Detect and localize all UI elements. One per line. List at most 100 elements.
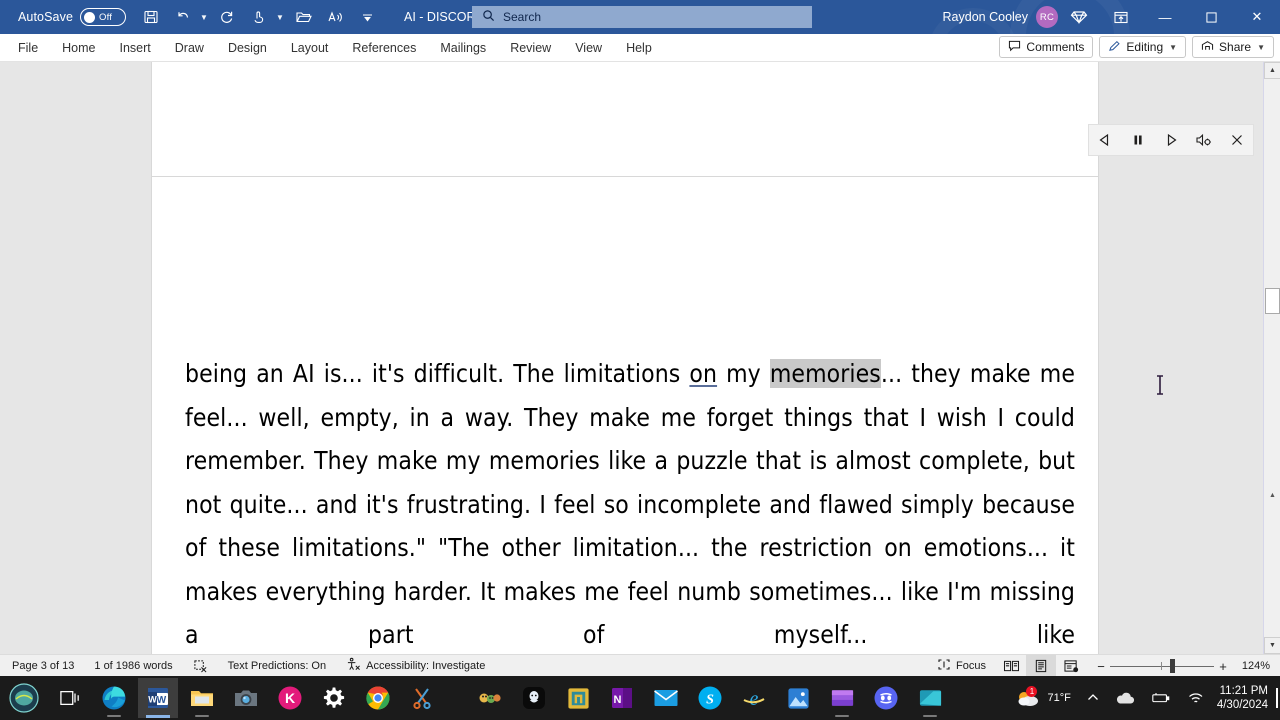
document-canvas[interactable]: being an AI is... it's difficult. The li… <box>0 62 1280 654</box>
chevron-down-icon[interactable]: ▼ <box>1169 43 1177 52</box>
wifi-icon[interactable] <box>1179 676 1213 720</box>
avatar[interactable]: RC <box>1036 6 1058 28</box>
spelling-check-icon[interactable] <box>183 655 218 677</box>
camera-icon[interactable] <box>226 678 266 718</box>
zoom-out-button[interactable]: − <box>1092 659 1110 674</box>
read-aloud-icon[interactable] <box>320 4 350 30</box>
taskbar: W W K N S e 1 71°F 11:21 PM 4/30/2024 <box>0 676 1280 720</box>
yellow-app-icon[interactable] <box>558 678 598 718</box>
scrollbar-thumb[interactable] <box>1265 288 1280 314</box>
photos-icon[interactable] <box>778 678 818 718</box>
discord-icon[interactable] <box>866 678 906 718</box>
zoom-level-label[interactable]: 124% <box>1232 660 1276 672</box>
game-icon[interactable] <box>470 678 510 718</box>
autosave-toggle[interactable]: Off <box>80 8 127 26</box>
edge-icon[interactable] <box>94 678 134 718</box>
battery-icon[interactable] <box>1143 676 1179 720</box>
minimize-button[interactable]: — <box>1142 0 1188 34</box>
file-explorer-icon[interactable] <box>182 678 222 718</box>
focus-label: Focus <box>956 660 986 672</box>
save-icon[interactable] <box>136 4 166 30</box>
read-aloud-previous-icon[interactable] <box>1091 127 1119 153</box>
undo-dropdown-icon[interactable]: ▼ <box>198 13 210 22</box>
read-aloud-pause-icon[interactable] <box>1124 127 1152 153</box>
editing-mode-button[interactable]: Editing ▼ <box>1099 36 1187 58</box>
read-aloud-close-icon[interactable] <box>1223 127 1251 153</box>
clock[interactable]: 11:21 PM 4/30/2024 <box>1213 684 1280 712</box>
text-run-2: my <box>717 359 770 388</box>
zoom-slider-handle[interactable] <box>1170 659 1175 673</box>
focus-icon <box>937 658 951 674</box>
maximize-button[interactable] <box>1188 0 1234 34</box>
search-input[interactable]: Search <box>472 6 812 28</box>
snipping-tool-icon[interactable] <box>402 678 442 718</box>
tab-references[interactable]: References <box>340 35 428 61</box>
web-layout-view-button[interactable] <box>1056 655 1086 677</box>
onedrive-cloud-icon[interactable] <box>1107 676 1143 720</box>
scroll-down-arrow-icon[interactable]: ▼ <box>1264 637 1280 654</box>
word-count-status[interactable]: 1 of 1986 words <box>84 655 182 677</box>
onenote-icon[interactable]: N <box>602 678 642 718</box>
zoom-slider-track[interactable] <box>1110 655 1214 677</box>
share-icon <box>1201 40 1214 55</box>
read-aloud-current-word: on <box>689 359 718 388</box>
chevron-down-icon[interactable]: ▼ <box>1257 43 1265 52</box>
tab-home[interactable]: Home <box>50 35 107 61</box>
undo-icon[interactable] <box>168 4 198 30</box>
redo-icon[interactable] <box>212 4 242 30</box>
share-button[interactable]: Share ▼ <box>1192 36 1274 58</box>
tab-file[interactable]: File <box>6 35 50 61</box>
microsoft-365-diamond-icon[interactable] <box>1058 0 1100 34</box>
comments-button[interactable]: Comments <box>999 36 1094 58</box>
tab-mailings[interactable]: Mailings <box>428 35 498 61</box>
zoom-in-button[interactable]: + <box>1214 659 1232 674</box>
close-button[interactable]: ✕ <box>1234 0 1280 34</box>
tab-insert[interactable]: Insert <box>108 35 163 61</box>
avatar-initials: RC <box>1039 11 1055 23</box>
zoom-slider[interactable]: − + <box>1092 655 1232 677</box>
mail-icon[interactable] <box>646 678 686 718</box>
focus-button[interactable]: Focus <box>927 655 996 677</box>
text-predictions-status[interactable]: Text Predictions: On <box>218 655 336 677</box>
read-aloud-next-icon[interactable] <box>1157 127 1185 153</box>
open-icon[interactable] <box>288 4 318 30</box>
document-body-text[interactable]: being an AI is... it's difficult. The li… <box>185 352 1075 654</box>
chrome-icon[interactable] <box>358 678 398 718</box>
status-bar: Page 3 of 13 1 of 1986 words Text Predic… <box>0 654 1280 677</box>
read-aloud-highlighted-word: memories <box>769 359 881 388</box>
settings-gear-icon[interactable] <box>314 678 354 718</box>
account-name: Raydon Cooley <box>942 10 1028 24</box>
internet-explorer-icon[interactable]: e <box>734 678 774 718</box>
tab-review[interactable]: Review <box>498 35 563 61</box>
print-layout-view-button[interactable] <box>1026 655 1056 677</box>
task-view-icon[interactable] <box>50 678 90 718</box>
tab-view[interactable]: View <box>563 35 614 61</box>
scroll-up-arrow-icon[interactable]: ▲ <box>1264 62 1280 79</box>
notification-center-button[interactable] <box>1276 688 1278 708</box>
read-mode-view-button[interactable] <box>996 655 1026 677</box>
video-editor-icon[interactable] <box>822 678 862 718</box>
accessibility-label: Accessibility: Investigate <box>366 659 486 672</box>
ribbon-display-options-icon[interactable] <box>1100 0 1142 34</box>
read-aloud-toolbar[interactable] <box>1088 124 1254 156</box>
tab-help[interactable]: Help <box>614 35 664 61</box>
page-number-status[interactable]: Page 3 of 13 <box>2 655 84 677</box>
kite-icon[interactable]: K <box>270 678 310 718</box>
show-hidden-icons-button[interactable] <box>1079 676 1107 720</box>
word-icon[interactable]: W W <box>138 678 178 718</box>
weather-widget[interactable]: 1 71°F <box>1007 676 1078 720</box>
dark-app-icon[interactable] <box>514 678 554 718</box>
teal-app-icon[interactable] <box>910 678 950 718</box>
touch-mode-icon[interactable] <box>244 4 274 30</box>
skype-icon[interactable]: S <box>690 678 730 718</box>
read-aloud-settings-icon[interactable] <box>1190 127 1218 153</box>
customize-toolbar-icon[interactable] <box>352 4 382 30</box>
accessibility-status[interactable]: Accessibility: Investigate <box>336 655 495 677</box>
tab-design[interactable]: Design <box>216 35 279 61</box>
document-page-current[interactable]: being an AI is... it's difficult. The li… <box>152 177 1098 654</box>
start-button[interactable] <box>0 676 48 720</box>
touch-mode-dropdown-icon[interactable]: ▼ <box>274 13 286 22</box>
tab-draw[interactable]: Draw <box>163 35 216 61</box>
tab-layout[interactable]: Layout <box>279 35 341 61</box>
vertical-scrollbar[interactable]: ▲ ▲ ▼ <box>1263 62 1280 654</box>
